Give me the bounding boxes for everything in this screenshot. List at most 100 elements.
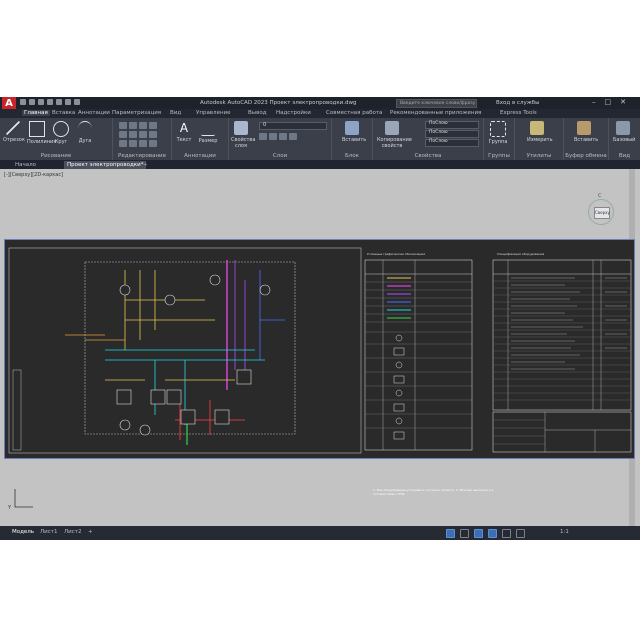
drawing-notes: 1. Все оборудование установить согласно …	[373, 488, 494, 496]
close-icon[interactable]: ✕	[620, 98, 626, 106]
redo-icon[interactable]	[74, 99, 80, 105]
tab-output[interactable]: Вывод	[248, 110, 267, 116]
dimension-tool[interactable]: Размер	[198, 121, 218, 144]
panel-properties: Копирование свойств ПоСлою ПоСлою ПоСлою…	[373, 118, 484, 160]
linetype-dropdown[interactable]: ПоСлою	[425, 130, 479, 138]
viewcube-top-face[interactable]: Сверху	[594, 207, 610, 219]
text-icon: A	[179, 121, 189, 135]
tab-model[interactable]: Модель	[12, 529, 34, 535]
ucs-axes	[14, 489, 33, 508]
tab-drawing[interactable]: Проект электропроводки*	[64, 161, 147, 169]
modify-tools	[119, 122, 157, 147]
polar-toggle-icon[interactable]	[488, 529, 497, 538]
minimize-icon[interactable]: –	[592, 98, 596, 106]
group-tool[interactable]: Группа	[488, 121, 508, 145]
tab-annotate[interactable]: Аннотации	[78, 110, 110, 116]
new-icon[interactable]	[20, 99, 26, 105]
stretch-icon[interactable]	[119, 140, 127, 147]
match-properties-tool[interactable]: Копирование свойств	[377, 121, 412, 149]
polyline-tool[interactable]: Полилиния	[27, 121, 56, 145]
title-bar: A Autodesk AutoCAD 2023 Проект электропр…	[0, 97, 640, 111]
ribbon-tabs: Главная Вставка Аннотации Параметризация…	[0, 109, 640, 118]
annotation-scale[interactable]: 1:1	[560, 529, 569, 535]
move-icon[interactable]	[119, 122, 127, 129]
rotate-icon[interactable]	[129, 122, 137, 129]
tab-express-tools[interactable]: Express Tools	[500, 110, 537, 116]
erase-icon[interactable]	[149, 122, 157, 129]
layer-lock-icon[interactable]	[279, 133, 287, 140]
viewcube[interactable]: С Сверху	[588, 193, 614, 225]
ortho-toggle-icon[interactable]	[474, 529, 483, 538]
line-tool[interactable]: Отрезок	[3, 121, 25, 143]
layer-properties-tool[interactable]: Свойства слоя	[231, 121, 255, 149]
panel-draw: Отрезок Полилиния Круг Дуга Рисование	[0, 118, 113, 160]
tab-featured-apps[interactable]: Рекомендованные приложения	[390, 110, 481, 116]
tab-parametric[interactable]: Параметризация	[112, 110, 161, 116]
array-icon[interactable]	[139, 140, 147, 147]
explode-icon[interactable]	[149, 131, 157, 138]
status-bar: Модель Лист1 Лист2 + 1:1	[0, 526, 640, 540]
autocad-window: A Autodesk AutoCAD 2023 Проект электропр…	[0, 97, 640, 540]
tab-start[interactable]: Начало	[12, 161, 39, 169]
color-dropdown[interactable]: ПоСлою	[425, 121, 479, 129]
ribbon: Отрезок Полилиния Круг Дуга Рисование Ре…	[0, 118, 640, 160]
panel-block: Вставить Блок	[332, 118, 373, 160]
undo-icon[interactable]	[65, 99, 71, 105]
ucs-icon: Y	[8, 487, 35, 511]
mirror-icon[interactable]	[129, 131, 137, 138]
trim-icon[interactable]	[139, 122, 147, 129]
tab-layout2[interactable]: Лист2	[64, 529, 81, 535]
insert-block-tool[interactable]: Вставить	[342, 121, 366, 143]
add-layout-button[interactable]: +	[88, 529, 93, 535]
tab-layout1[interactable]: Лист1	[40, 529, 57, 535]
maximize-icon[interactable]: □	[605, 98, 612, 106]
panel-draw-label: Рисование	[40, 153, 72, 159]
sign-in-button[interactable]: Вход в службы	[496, 100, 539, 106]
scale-icon[interactable]	[129, 140, 137, 147]
text-tool[interactable]: A Текст	[174, 121, 194, 143]
circle-tool[interactable]: Круг	[51, 121, 71, 145]
open-icon[interactable]	[29, 99, 35, 105]
base-view-icon	[616, 121, 630, 135]
layer-properties-icon	[234, 121, 248, 135]
fillet-icon[interactable]	[139, 131, 147, 138]
tab-insert[interactable]: Вставка	[52, 110, 75, 116]
tab-home[interactable]: Главная	[22, 110, 50, 116]
lineweight-toggle-icon[interactable]	[516, 529, 525, 538]
copy-icon[interactable]	[119, 131, 127, 138]
line-icon	[6, 121, 20, 135]
tab-manage[interactable]: Управление	[196, 110, 231, 116]
panel-layers-label: Слои	[272, 153, 288, 159]
measure-tool[interactable]: Измерить	[527, 121, 553, 143]
arc-tool[interactable]: Дуга	[75, 121, 95, 144]
legend-title: Условные графические обозначения	[367, 252, 425, 256]
panel-block-label: Блок	[345, 153, 359, 159]
tab-collaborate[interactable]: Совместная работа	[326, 110, 382, 116]
plot-icon[interactable]	[56, 99, 62, 105]
tab-addins[interactable]: Надстройки	[276, 110, 311, 116]
drawing-viewport[interactable]: [-][Сверху][2D-каркас] С Сверху Условные…	[0, 169, 640, 526]
base-view-tool[interactable]: Базовый	[613, 121, 635, 143]
layer-freeze-icon[interactable]	[269, 133, 277, 140]
layer-match-icon[interactable]	[289, 133, 297, 140]
drawing-sheet: Условные графические обозначения Специфи…	[4, 239, 635, 496]
panel-clipboard: Вставить Буфер обмена	[564, 118, 609, 160]
viewport-controls[interactable]: [-][Сверху][2D-каркас]	[4, 172, 63, 178]
paste-tool[interactable]: Вставить	[574, 121, 598, 143]
new-tab-button[interactable]: +	[140, 161, 151, 169]
arc-icon	[78, 121, 92, 136]
grid-toggle-icon[interactable]	[446, 529, 455, 538]
offset-icon[interactable]	[149, 140, 157, 147]
layer-tools	[259, 133, 297, 140]
panel-properties-label: Свойства	[414, 153, 442, 159]
lineweight-dropdown[interactable]: ПоСлою	[425, 139, 479, 147]
layer-dropdown[interactable]: 0	[259, 122, 327, 130]
tab-view[interactable]: Вид	[170, 110, 181, 116]
save-icon[interactable]	[38, 99, 44, 105]
save-as-icon[interactable]	[47, 99, 53, 105]
osnap-toggle-icon[interactable]	[502, 529, 511, 538]
snap-toggle-icon[interactable]	[460, 529, 469, 538]
layer-on-icon[interactable]	[259, 133, 267, 140]
search-input[interactable]: Введите ключевое слово/фразу	[396, 99, 477, 108]
panel-annotation: A Текст Размер Аннотации	[172, 118, 229, 160]
